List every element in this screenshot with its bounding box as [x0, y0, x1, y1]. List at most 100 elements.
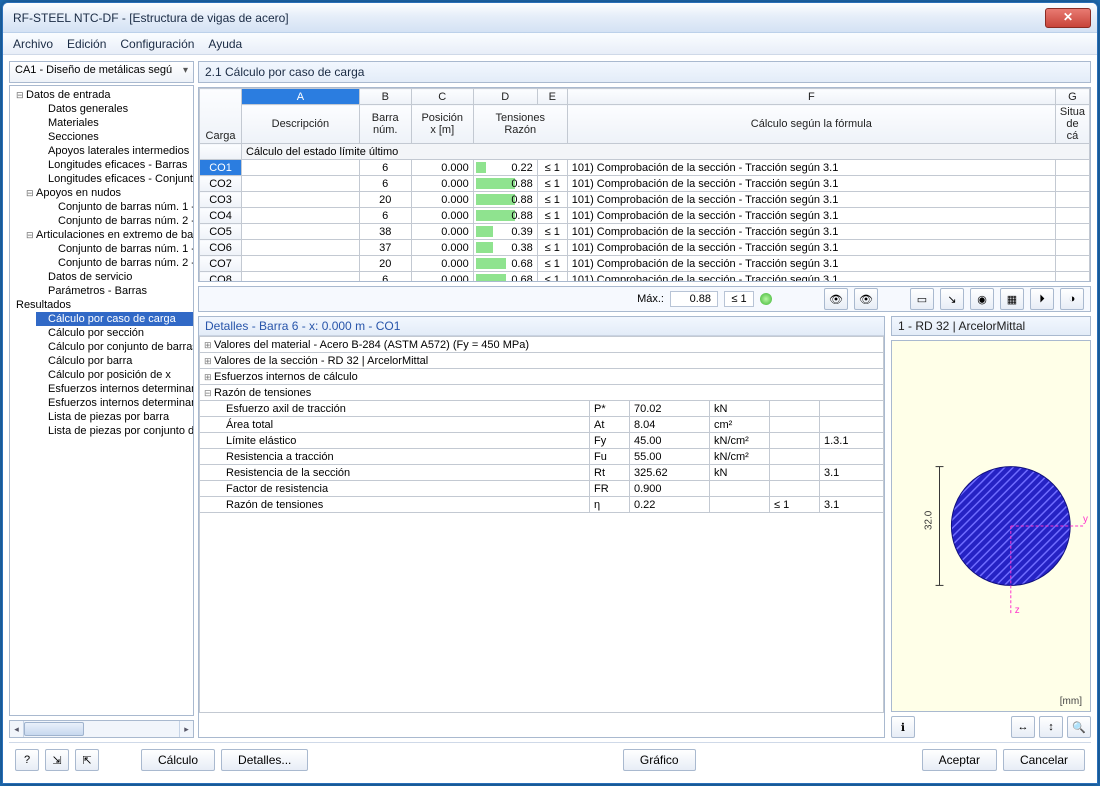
tree-item[interactable]: Lista de piezas por conjunto de — [36, 424, 193, 438]
info-button[interactable]: ℹ — [891, 716, 915, 738]
tree-item[interactable]: Esfuerzos internos determinante — [36, 382, 193, 396]
cell-le1[interactable]: ≤ 1 — [537, 192, 567, 208]
col-F[interactable]: F — [567, 89, 1055, 105]
menu-configuracion[interactable]: Configuración — [120, 37, 194, 51]
results-grid[interactable]: Carga A B C D E F G Descripción Barranúm… — [198, 87, 1091, 282]
detail-node[interactable]: Valores del material - Acero B-284 (ASTM… — [200, 337, 884, 353]
cell-formula[interactable]: 101) Comprobación de la sección - Tracci… — [567, 160, 1055, 176]
cell-formula[interactable]: 101) Comprobación de la sección - Tracci… — [567, 224, 1055, 240]
details-button[interactable]: Detalles... — [221, 749, 308, 771]
tree-item[interactable]: Esfuerzos internos determinante — [36, 396, 193, 410]
cell-ratio[interactable]: 0.88 — [473, 192, 537, 208]
scroll-thumb[interactable] — [24, 722, 84, 736]
tree-item[interactable]: Datos de servicio — [36, 270, 193, 284]
cell-formula[interactable]: 101) Comprobación de la sección - Tracci… — [567, 208, 1055, 224]
tree-apoyos-nudos[interactable]: Apoyos en nudos — [10, 186, 193, 200]
row-label[interactable]: CO6 — [200, 240, 242, 256]
cell-x[interactable]: 0.000 — [411, 160, 473, 176]
cell-sit[interactable] — [1055, 208, 1089, 224]
tool-btn-4[interactable]: ▦ — [1000, 288, 1024, 310]
cell-ratio[interactable]: 0.68 — [473, 272, 537, 282]
help-button[interactable]: ? — [15, 749, 39, 771]
cell-sit[interactable] — [1055, 272, 1089, 282]
menu-archivo[interactable]: Archivo — [13, 37, 53, 51]
col-G[interactable]: G — [1055, 89, 1089, 105]
tree-hscroll[interactable]: ◂ ▸ — [9, 720, 194, 738]
tree-item[interactable]: Cálculo por barra — [36, 354, 193, 368]
cell-x[interactable]: 0.000 — [411, 256, 473, 272]
tree-item[interactable]: Parámetros - Barras — [36, 284, 193, 298]
tree-item[interactable]: Apoyos laterales intermedios — [36, 144, 193, 158]
cell-barra[interactable]: 6 — [359, 176, 411, 192]
view-btn-1[interactable]: 👁 — [824, 288, 848, 310]
col-C[interactable]: C — [411, 89, 473, 105]
cell-desc[interactable] — [242, 192, 360, 208]
tool-btn-6[interactable]: ◑ — [1060, 288, 1084, 310]
cell-formula[interactable]: 101) Comprobación de la sección - Tracci… — [567, 240, 1055, 256]
cell-ratio[interactable]: 0.68 — [473, 256, 537, 272]
tree-item[interactable]: Cálculo por sección — [36, 326, 193, 340]
cell-barra[interactable]: 6 — [359, 160, 411, 176]
cell-le1[interactable]: ≤ 1 — [537, 208, 567, 224]
cell-le1[interactable]: ≤ 1 — [537, 160, 567, 176]
menu-ayuda[interactable]: Ayuda — [208, 37, 242, 51]
view-btn-2[interactable]: 👁 — [854, 288, 878, 310]
row-label[interactable]: CO2 — [200, 176, 242, 192]
tree-articulaciones[interactable]: Articulaciones en extremo de ba — [10, 228, 193, 242]
cell-x[interactable]: 0.000 — [411, 192, 473, 208]
tool-btn-1[interactable]: ▭ — [910, 288, 934, 310]
cell-formula[interactable]: 101) Comprobación de la sección - Tracci… — [567, 272, 1055, 282]
cell-barra[interactable]: 6 — [359, 208, 411, 224]
tree-item[interactable]: Secciones — [36, 130, 193, 144]
cell-x[interactable]: 0.000 — [411, 208, 473, 224]
detail-node[interactable]: Esfuerzos internos de cálculo — [200, 369, 884, 385]
cell-desc[interactable] — [242, 224, 360, 240]
tree-item[interactable]: Longitudes eficaces - Conjunto — [36, 172, 193, 186]
menu-edicion[interactable]: Edición — [67, 37, 106, 51]
cell-le1[interactable]: ≤ 1 — [537, 240, 567, 256]
col-B[interactable]: B — [359, 89, 411, 105]
cell-desc[interactable] — [242, 160, 360, 176]
tree-item[interactable]: Conjunto de barras núm. 2 - — [46, 214, 193, 228]
axis-btn-y[interactable]: ↔ — [1011, 716, 1035, 738]
tree-item[interactable]: Datos generales — [36, 102, 193, 116]
cell-formula[interactable]: 101) Comprobación de la sección - Tracci… — [567, 176, 1055, 192]
tree-item[interactable]: Longitudes eficaces - Barras — [36, 158, 193, 172]
detail-node[interactable]: Valores de la sección - RD 32 | ArcelorM… — [200, 353, 884, 369]
nav-tree[interactable]: Datos de entrada Datos generales Materia… — [9, 85, 194, 716]
cell-sit[interactable] — [1055, 160, 1089, 176]
cell-ratio[interactable]: 0.22 — [473, 160, 537, 176]
tree-item[interactable]: Lista de piezas por barra — [36, 410, 193, 424]
tree-item-calc-caso[interactable]: Cálculo por caso de carga — [36, 312, 193, 326]
calc-button[interactable]: Cálculo — [141, 749, 215, 771]
cell-ratio[interactable]: 0.88 — [473, 176, 537, 192]
detail-node-open[interactable]: Razón de tensiones — [200, 385, 884, 401]
cell-ratio[interactable]: 0.38 — [473, 240, 537, 256]
grafico-button[interactable]: Gráfico — [623, 749, 696, 771]
cell-x[interactable]: 0.000 — [411, 176, 473, 192]
row-label[interactable]: CO8 — [200, 272, 242, 282]
cell-sit[interactable] — [1055, 240, 1089, 256]
tree-item[interactable]: Materiales — [36, 116, 193, 130]
row-label[interactable]: CO3 — [200, 192, 242, 208]
tree-root-datos[interactable]: Datos de entrada — [10, 88, 193, 102]
scroll-left-icon[interactable]: ◂ — [10, 721, 24, 737]
export-button[interactable]: ⇲ — [45, 749, 69, 771]
cell-barra[interactable]: 20 — [359, 192, 411, 208]
tool-btn-2[interactable]: ↘ — [940, 288, 964, 310]
cell-x[interactable]: 0.000 — [411, 224, 473, 240]
col-D[interactable]: D — [473, 89, 537, 105]
cell-formula[interactable]: 101) Comprobación de la sección - Tracci… — [567, 256, 1055, 272]
cell-sit[interactable] — [1055, 224, 1089, 240]
cell-barra[interactable]: 20 — [359, 256, 411, 272]
loadcase-combo[interactable]: CA1 - Diseño de metálicas segú — [9, 61, 194, 83]
row-label[interactable]: CO1 — [200, 160, 242, 176]
cell-ratio[interactable]: 0.39 — [473, 224, 537, 240]
close-button[interactable]: ✕ — [1045, 8, 1091, 28]
cell-barra[interactable]: 37 — [359, 240, 411, 256]
cell-le1[interactable]: ≤ 1 — [537, 272, 567, 282]
col-A[interactable]: A — [242, 89, 360, 105]
zoom-button[interactable]: 🔍 — [1067, 716, 1091, 738]
cell-desc[interactable] — [242, 240, 360, 256]
tool-btn-5[interactable]: ⏵ — [1030, 288, 1054, 310]
